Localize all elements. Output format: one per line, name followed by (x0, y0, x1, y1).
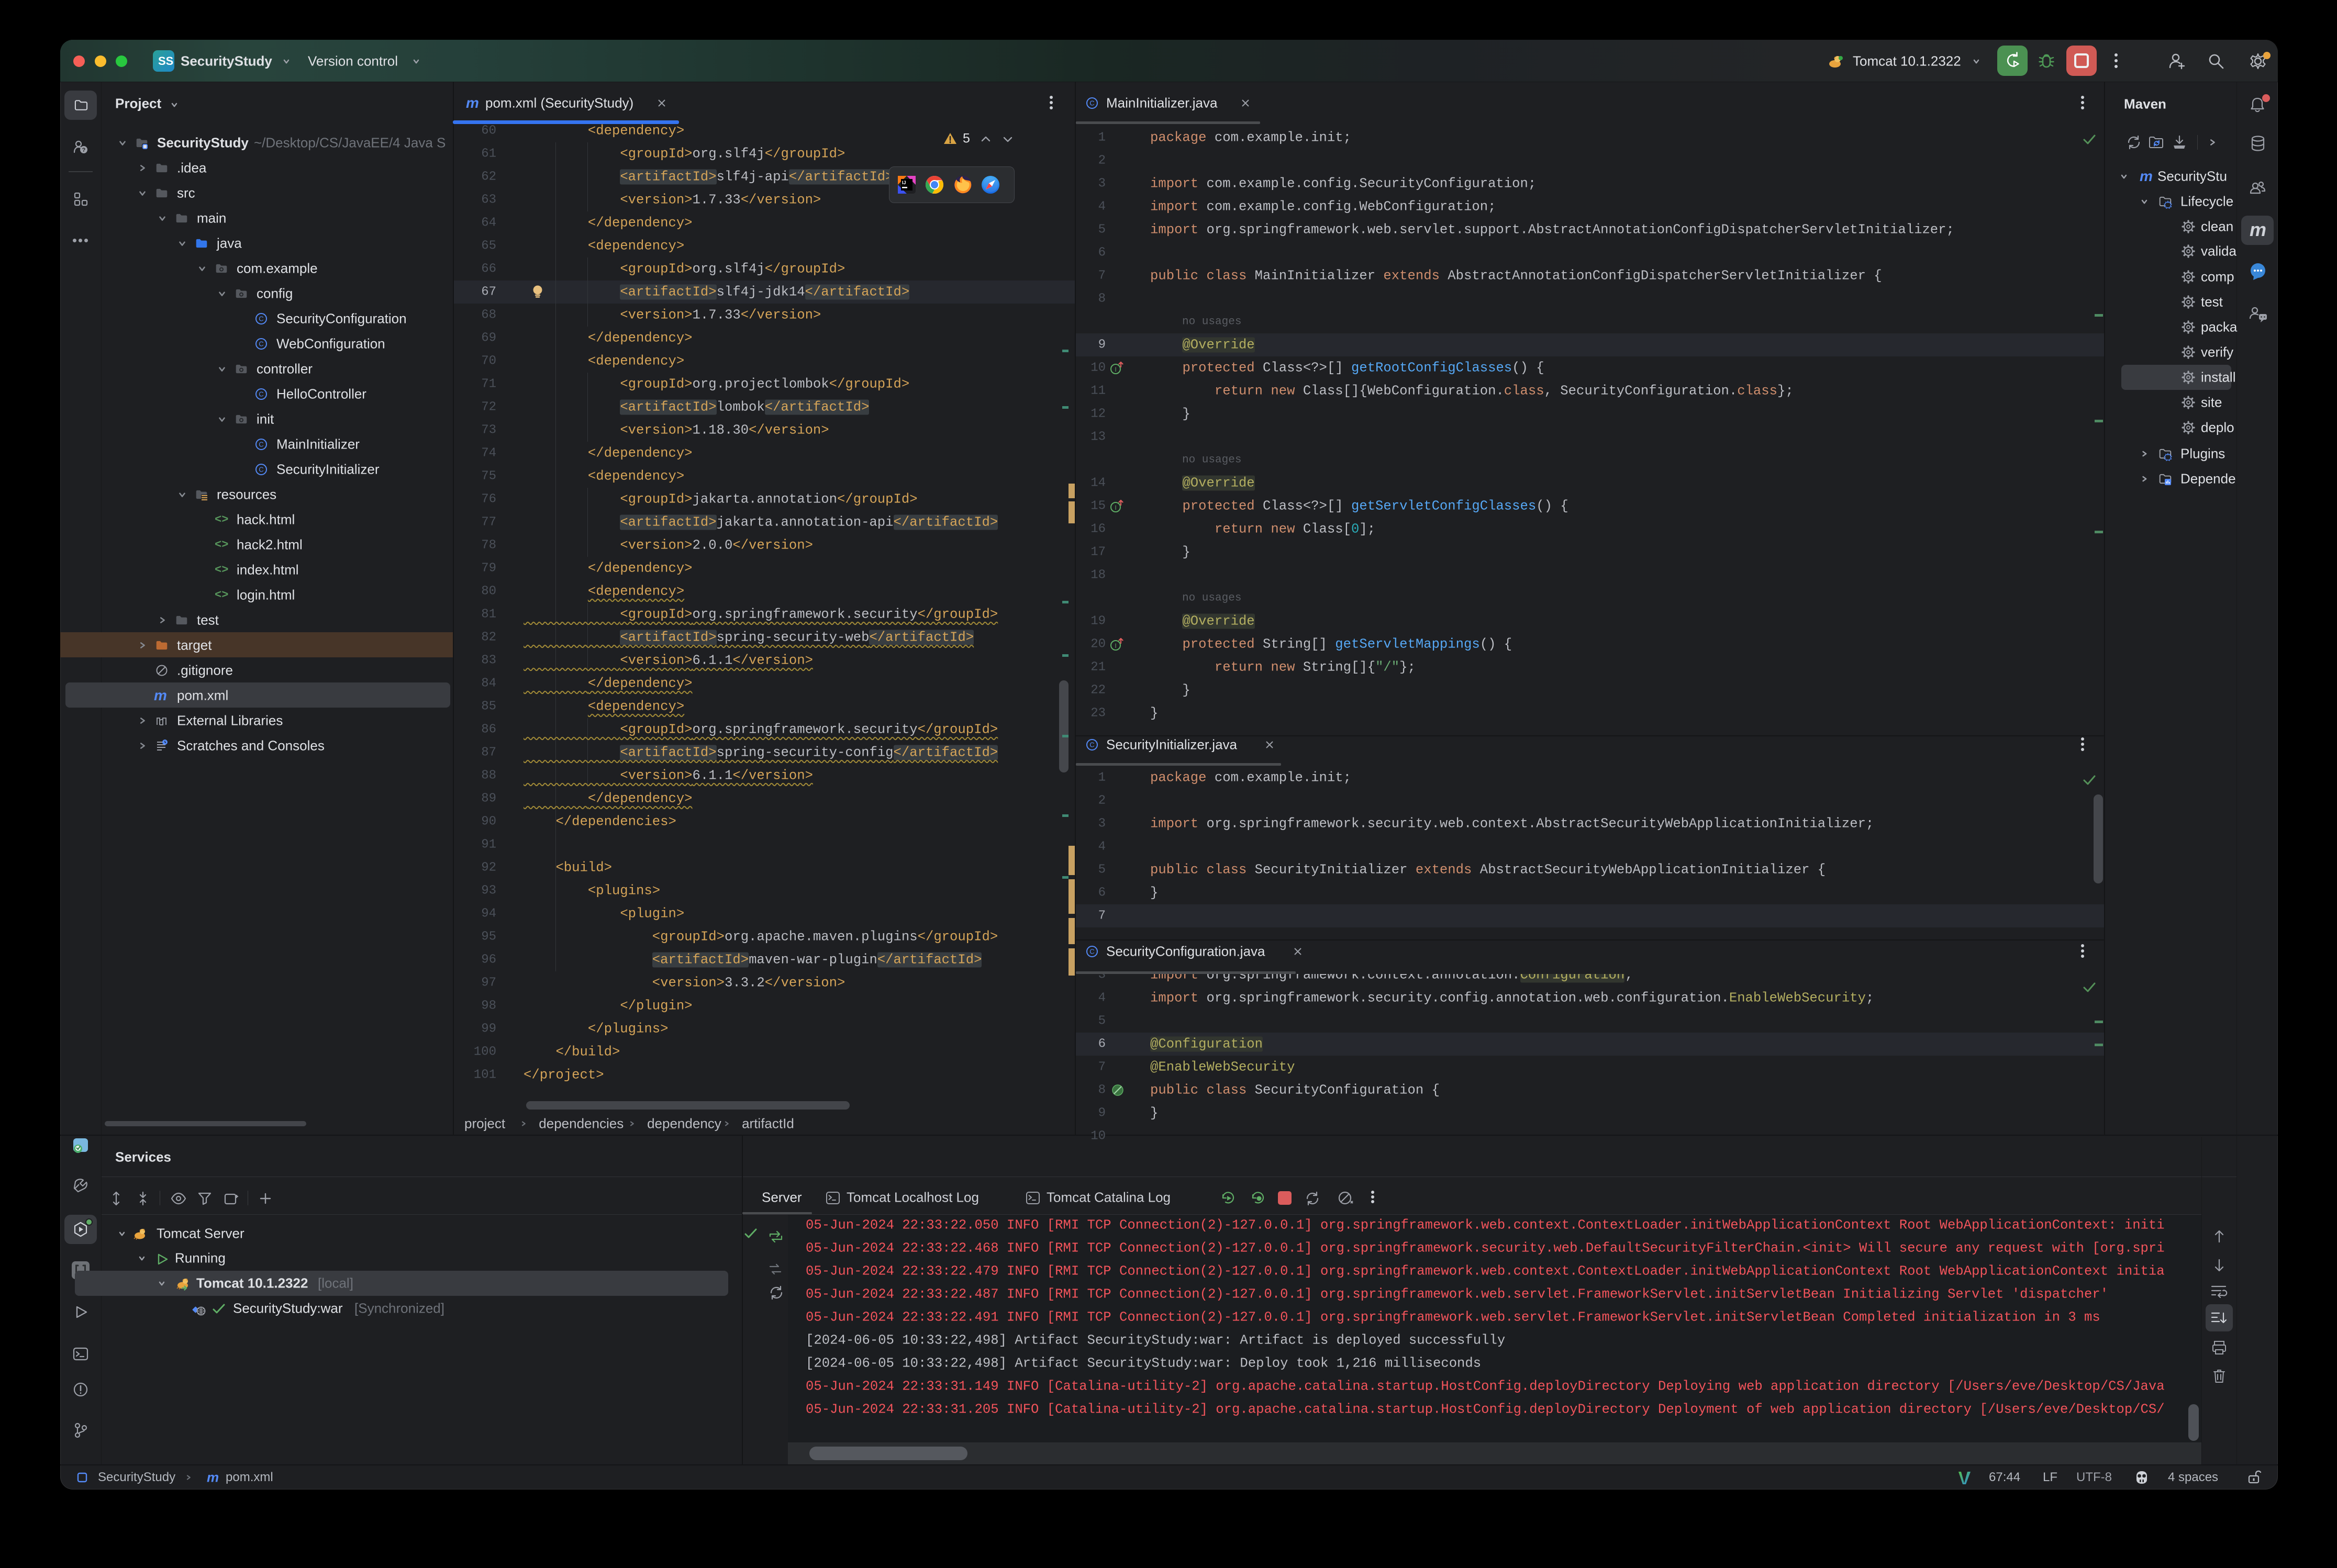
svg-text:C: C (1089, 741, 1094, 749)
svg-text:C: C (259, 466, 263, 474)
svg-text:C: C (1089, 99, 1094, 107)
svg-text:IJ: IJ (902, 180, 906, 185)
svg-text:I: I (1115, 366, 1116, 373)
svg-text:C: C (259, 441, 263, 449)
svg-text:C: C (259, 390, 263, 398)
svg-text:C: C (1089, 948, 1094, 956)
svg-text:I: I (1115, 642, 1116, 649)
svg-text:I: I (1115, 504, 1116, 511)
svg-text:C: C (259, 340, 263, 348)
svg-text:C: C (259, 315, 263, 323)
svg-text:?: ? (82, 147, 86, 153)
